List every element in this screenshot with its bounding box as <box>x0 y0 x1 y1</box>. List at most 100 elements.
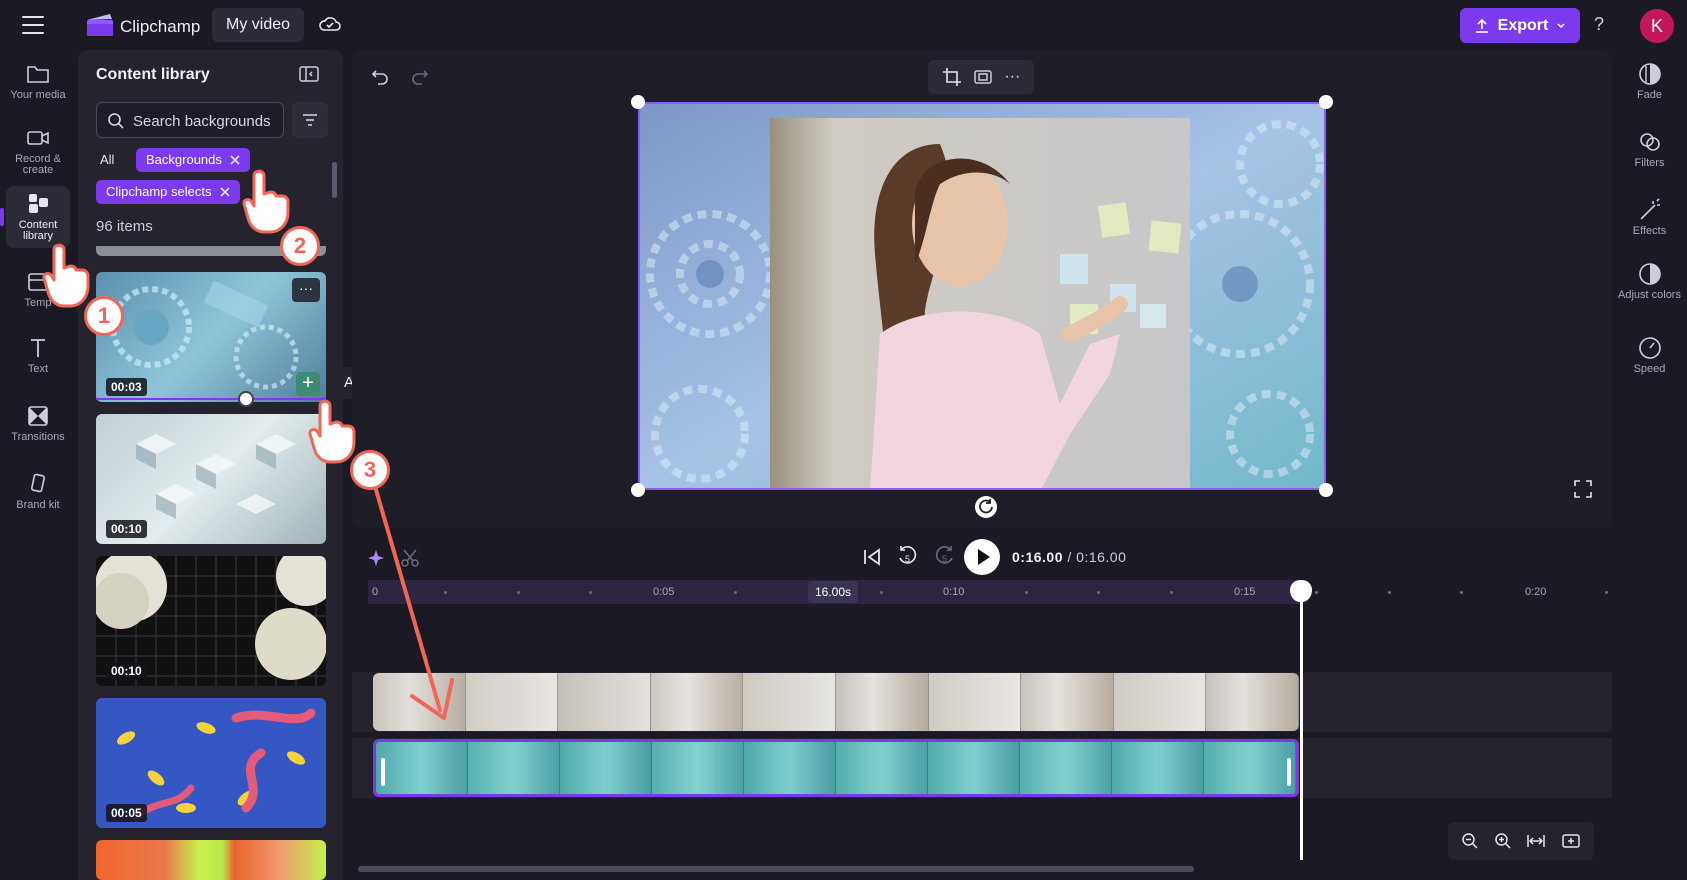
rail-text[interactable]: Text <box>0 336 76 375</box>
panel-scrollbar[interactable] <box>332 162 337 198</box>
collapse-panel-icon[interactable] <box>298 64 320 84</box>
content-library-icon <box>25 192 51 216</box>
cloud-sync-icon[interactable] <box>318 14 342 36</box>
undo-icon[interactable] <box>370 66 390 86</box>
rail-your-media[interactable]: Your media <box>0 62 76 101</box>
video-preview[interactable] <box>638 102 1326 490</box>
rail-speed[interactable]: Speed <box>1612 336 1687 375</box>
rail-label: Record & create <box>15 153 61 176</box>
ruler-label: 0:10 <box>943 586 965 598</box>
rail-label: Filters <box>1634 157 1665 169</box>
project-name-field[interactable]: My video <box>212 8 305 42</box>
zoom-in-icon[interactable] <box>1494 832 1512 850</box>
transitions-icon <box>25 404 51 428</box>
background-thumbnail[interactable]: 00:10 <box>96 556 326 686</box>
rail-brand-kit[interactable]: Brand kit <box>0 472 76 511</box>
export-button[interactable]: Export <box>1460 8 1580 43</box>
fit-icon[interactable] <box>973 67 993 87</box>
ruler-label: 0:15 <box>1234 586 1256 598</box>
chip-clipchamp-selects[interactable]: Clipchamp selects <box>96 180 240 204</box>
total-time: / 0:16.00 <box>1067 549 1127 565</box>
rail-content-library[interactable]: Content library <box>6 186 70 248</box>
magic-wand-icon <box>1637 198 1663 222</box>
chip-all[interactable]: All <box>90 148 124 172</box>
thumbnail-duration: 00:10 <box>106 662 147 680</box>
thumbnail-scrub-handle[interactable] <box>238 391 254 407</box>
rewind-5-button[interactable]: 5 <box>896 545 920 571</box>
callout-number: 3 <box>350 450 390 490</box>
ruler-dot <box>589 591 592 594</box>
avatar[interactable]: K <box>1640 9 1674 43</box>
resize-handle-top-left[interactable] <box>631 95 645 109</box>
close-icon[interactable] <box>230 155 240 165</box>
callout-number: 2 <box>280 226 320 266</box>
panel-title: Content library <box>96 66 210 83</box>
play-button[interactable] <box>964 539 1000 575</box>
chip-label: Backgrounds <box>146 152 222 167</box>
zoom-out-icon[interactable] <box>1461 832 1479 850</box>
timeline-scrollbar[interactable] <box>358 866 1194 872</box>
resize-handle-bottom-right[interactable] <box>1319 483 1333 497</box>
fade-icon <box>1637 62 1663 86</box>
pointer-hand-icon <box>42 243 90 308</box>
skip-to-start-icon[interactable] <box>862 547 882 567</box>
app-name: Clipchamp <box>120 17 201 36</box>
background-thumbnail[interactable]: 00:10 <box>96 414 326 544</box>
resize-handle-bottom-left[interactable] <box>631 483 645 497</box>
rail-filters[interactable]: Filters <box>1612 130 1687 169</box>
background-thumbnail[interactable]: ··· + 00:03 <box>96 272 326 402</box>
resize-handle-top-right[interactable] <box>1319 95 1333 109</box>
filter-icon <box>303 114 317 126</box>
filter-button[interactable] <box>292 102 328 138</box>
ruler-dot <box>1097 591 1100 594</box>
background-thumbnail[interactable]: 00:05 <box>96 698 326 828</box>
video-clip[interactable] <box>373 673 1299 731</box>
video-camera-icon <box>25 126 51 150</box>
content-library-panel: Content library All Backgrounds Clipcham… <box>78 50 343 880</box>
ruler-label: 0:05 <box>653 586 675 598</box>
rotate-handle-icon[interactable] <box>975 496 997 518</box>
filters-icon <box>1637 130 1663 154</box>
trim-handle-left[interactable] <box>381 758 385 786</box>
trim-handle-right[interactable] <box>1287 758 1291 786</box>
background-thumbnail[interactable] <box>96 840 326 880</box>
menu-icon[interactable] <box>22 16 44 34</box>
fullscreen-icon[interactable] <box>1574 480 1592 498</box>
chip-label: Clipchamp selects <box>106 184 212 199</box>
rail-adjust-colors[interactable]: Adjust colors <box>1612 262 1687 301</box>
add-track-icon[interactable] <box>1561 832 1581 850</box>
redo-icon[interactable] <box>410 66 430 86</box>
preview-toolbar: ··· <box>928 60 1034 94</box>
thumbnail-duration: 00:03 <box>106 378 147 396</box>
more-options-icon[interactable]: ··· <box>1004 68 1020 86</box>
playhead-handle[interactable] <box>1290 580 1312 602</box>
rail-label: Adjust colors <box>1618 289 1681 301</box>
rail-effects[interactable]: Effects <box>1612 198 1687 237</box>
forward-5-button[interactable]: 5 <box>932 545 956 571</box>
clipchamp-logo-icon <box>86 13 114 37</box>
pointer-hand-icon <box>242 169 290 234</box>
thumbnail-duration: 00:05 <box>106 804 147 822</box>
rail-record-create[interactable]: Record & create <box>0 126 76 176</box>
playhead[interactable] <box>1300 592 1303 860</box>
close-icon[interactable] <box>220 187 230 197</box>
help-icon[interactable]: ? <box>1594 14 1604 35</box>
search-box[interactable] <box>96 102 284 138</box>
rail-label: Content library <box>18 219 58 242</box>
ruler-dot <box>1025 591 1028 594</box>
folder-icon <box>25 62 51 86</box>
add-to-timeline-button[interactable]: + <box>296 372 320 396</box>
search-input[interactable] <box>133 109 281 133</box>
search-icon <box>108 113 124 129</box>
rail-fade[interactable]: Fade <box>1612 62 1687 101</box>
speedometer-icon <box>1637 336 1663 360</box>
ruler-dot <box>1460 591 1463 594</box>
rail-label: Speed <box>1633 363 1666 375</box>
rail-transitions[interactable]: Transitions <box>0 404 76 443</box>
video-frame-artwork <box>640 104 1324 488</box>
crop-icon[interactable] <box>942 67 962 87</box>
fit-timeline-icon[interactable] <box>1526 832 1546 850</box>
more-options-button[interactable]: ··· <box>292 278 320 302</box>
background-clip-selected[interactable] <box>373 739 1299 797</box>
chip-backgrounds[interactable]: Backgrounds <box>136 148 250 172</box>
